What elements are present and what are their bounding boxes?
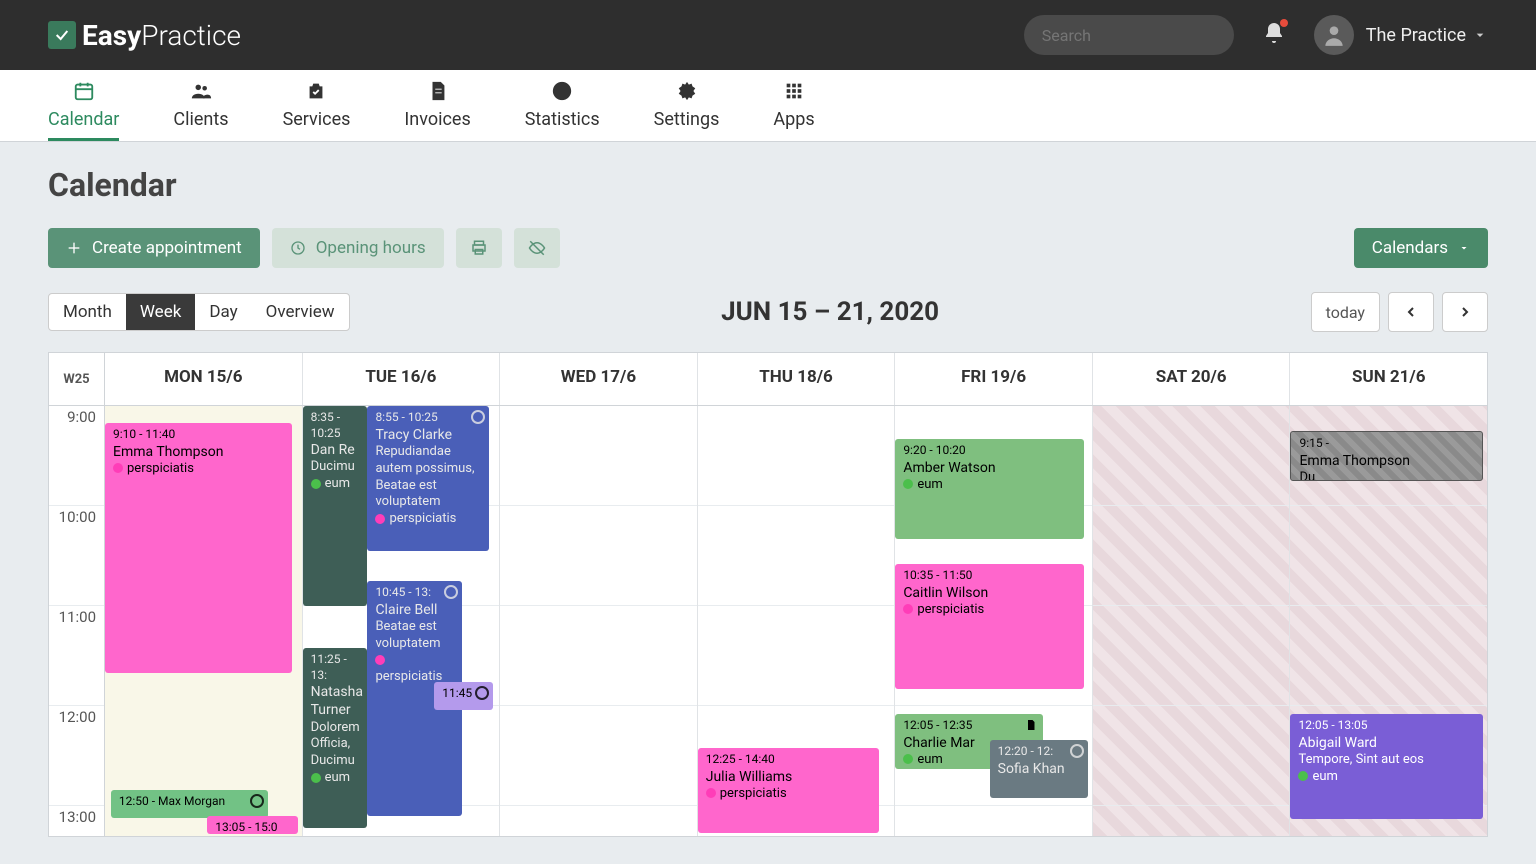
day-header: FRI 19/6 <box>895 353 1093 405</box>
time-label: 10:00 <box>49 506 104 606</box>
plus-icon <box>66 240 82 256</box>
calendar-event[interactable]: 13:05 - 15:0 <box>207 816 297 834</box>
week-number: W25 <box>49 353 105 405</box>
recur-icon <box>1070 744 1084 758</box>
time-label: 12:00 <box>49 706 104 806</box>
day-header: WED 17/6 <box>500 353 698 405</box>
view-switch[interactable]: MonthWeekDayOverview <box>48 293 350 331</box>
calendar-event[interactable]: 10:35 - 11:50Caitlin Wilsonperspiciatis <box>895 564 1084 689</box>
calendar-event[interactable]: 12:20 - 12:Sofia Khan <box>990 740 1088 798</box>
calendar-event[interactable]: 12:05 - 13:05Abigail WardTempore, Sint a… <box>1290 714 1483 819</box>
settings-icon <box>676 79 698 103</box>
nav-services[interactable]: Services <box>283 79 351 141</box>
calendar-event[interactable]: 9:20 - 10:20Amber Watsoneum <box>895 439 1084 539</box>
search-input[interactable] <box>1042 26 1245 45</box>
day-header: MON 15/6 <box>105 353 303 405</box>
printer-icon <box>470 239 488 257</box>
apps-icon <box>783 79 805 103</box>
day-header: THU 18/6 <box>698 353 896 405</box>
invoices-icon <box>427 79 449 103</box>
create-appointment-button[interactable]: Create appointment <box>48 228 260 268</box>
calendar-icon <box>73 79 95 103</box>
clients-icon <box>190 79 212 103</box>
day-header: SAT 20/6 <box>1093 353 1291 405</box>
notifications-button[interactable] <box>1262 21 1286 49</box>
caret-down-icon <box>1458 242 1470 254</box>
chevron-right-icon <box>1457 304 1473 320</box>
recur-icon <box>475 686 489 700</box>
view-week[interactable]: Week <box>126 294 195 330</box>
notification-dot-icon <box>1280 19 1288 27</box>
calendar-event[interactable]: 8:35 - 10:25Dan ReDucimueum <box>303 406 368 606</box>
print-button[interactable] <box>456 228 502 268</box>
visibility-toggle-button[interactable] <box>514 228 560 268</box>
logo[interactable]: EasyPractice <box>48 19 241 52</box>
nav-statistics[interactable]: Statistics <box>525 79 600 141</box>
statistics-icon <box>551 79 573 103</box>
search-input-wrap[interactable] <box>1024 15 1234 55</box>
calendar-event[interactable]: 11:25 - 13:Natasha TurnerDolorem Officia… <box>303 648 368 828</box>
nav-settings[interactable]: Settings <box>654 79 720 141</box>
date-range-title: JUN 15 – 21, 2020 <box>350 297 1311 327</box>
view-overview[interactable]: Overview <box>252 294 349 330</box>
next-button[interactable] <box>1442 292 1488 332</box>
profile-menu[interactable]: The Practice <box>1314 15 1488 55</box>
calendar-event[interactable]: 9:15 - Emma ThompsonDu <box>1290 431 1483 481</box>
recur-icon <box>444 585 458 599</box>
opening-hours-button[interactable]: Opening hours <box>272 228 444 268</box>
nav-calendar[interactable]: Calendar <box>48 79 119 141</box>
profile-name: The Practice <box>1366 25 1466 46</box>
clock-icon <box>290 240 306 256</box>
chevron-down-icon <box>1472 27 1488 43</box>
file-icon <box>1025 718 1037 732</box>
logo-check-icon <box>48 21 76 49</box>
calendars-dropdown[interactable]: Calendars <box>1354 228 1488 268</box>
day-header: SUN 21/6 <box>1290 353 1487 405</box>
nav-apps[interactable]: Apps <box>773 79 814 141</box>
time-label: 9:00 <box>49 406 104 506</box>
calendar-event[interactable]: 9:10 - 11:40Emma Thompsonperspiciatis <box>105 423 292 673</box>
calendar-event[interactable]: 12:50 - Max Morgan <box>111 790 268 818</box>
prev-button[interactable] <box>1388 292 1434 332</box>
eye-off-icon <box>528 239 546 257</box>
today-button[interactable]: today <box>1311 292 1380 332</box>
calendar-event[interactable]: 11:45 <box>434 682 493 710</box>
day-header: TUE 16/6 <box>303 353 501 405</box>
calendar-event[interactable]: 12:25 - 14:40Julia Williamsperspiciatis <box>698 748 879 833</box>
page-title: Calendar <box>48 166 1488 204</box>
calendar-event[interactable]: 8:55 - 10:25Tracy ClarkeRepudiandae aute… <box>367 406 489 551</box>
recur-icon <box>471 410 485 424</box>
chevron-left-icon <box>1403 304 1419 320</box>
nav-invoices[interactable]: Invoices <box>404 79 470 141</box>
avatar <box>1314 15 1354 55</box>
view-day[interactable]: Day <box>195 294 251 330</box>
recur-icon <box>250 794 264 808</box>
services-icon <box>305 79 327 103</box>
time-label: 11:00 <box>49 606 104 706</box>
view-month[interactable]: Month <box>49 294 126 330</box>
nav-clients[interactable]: Clients <box>173 79 228 141</box>
time-label: 13:00 <box>49 806 104 836</box>
